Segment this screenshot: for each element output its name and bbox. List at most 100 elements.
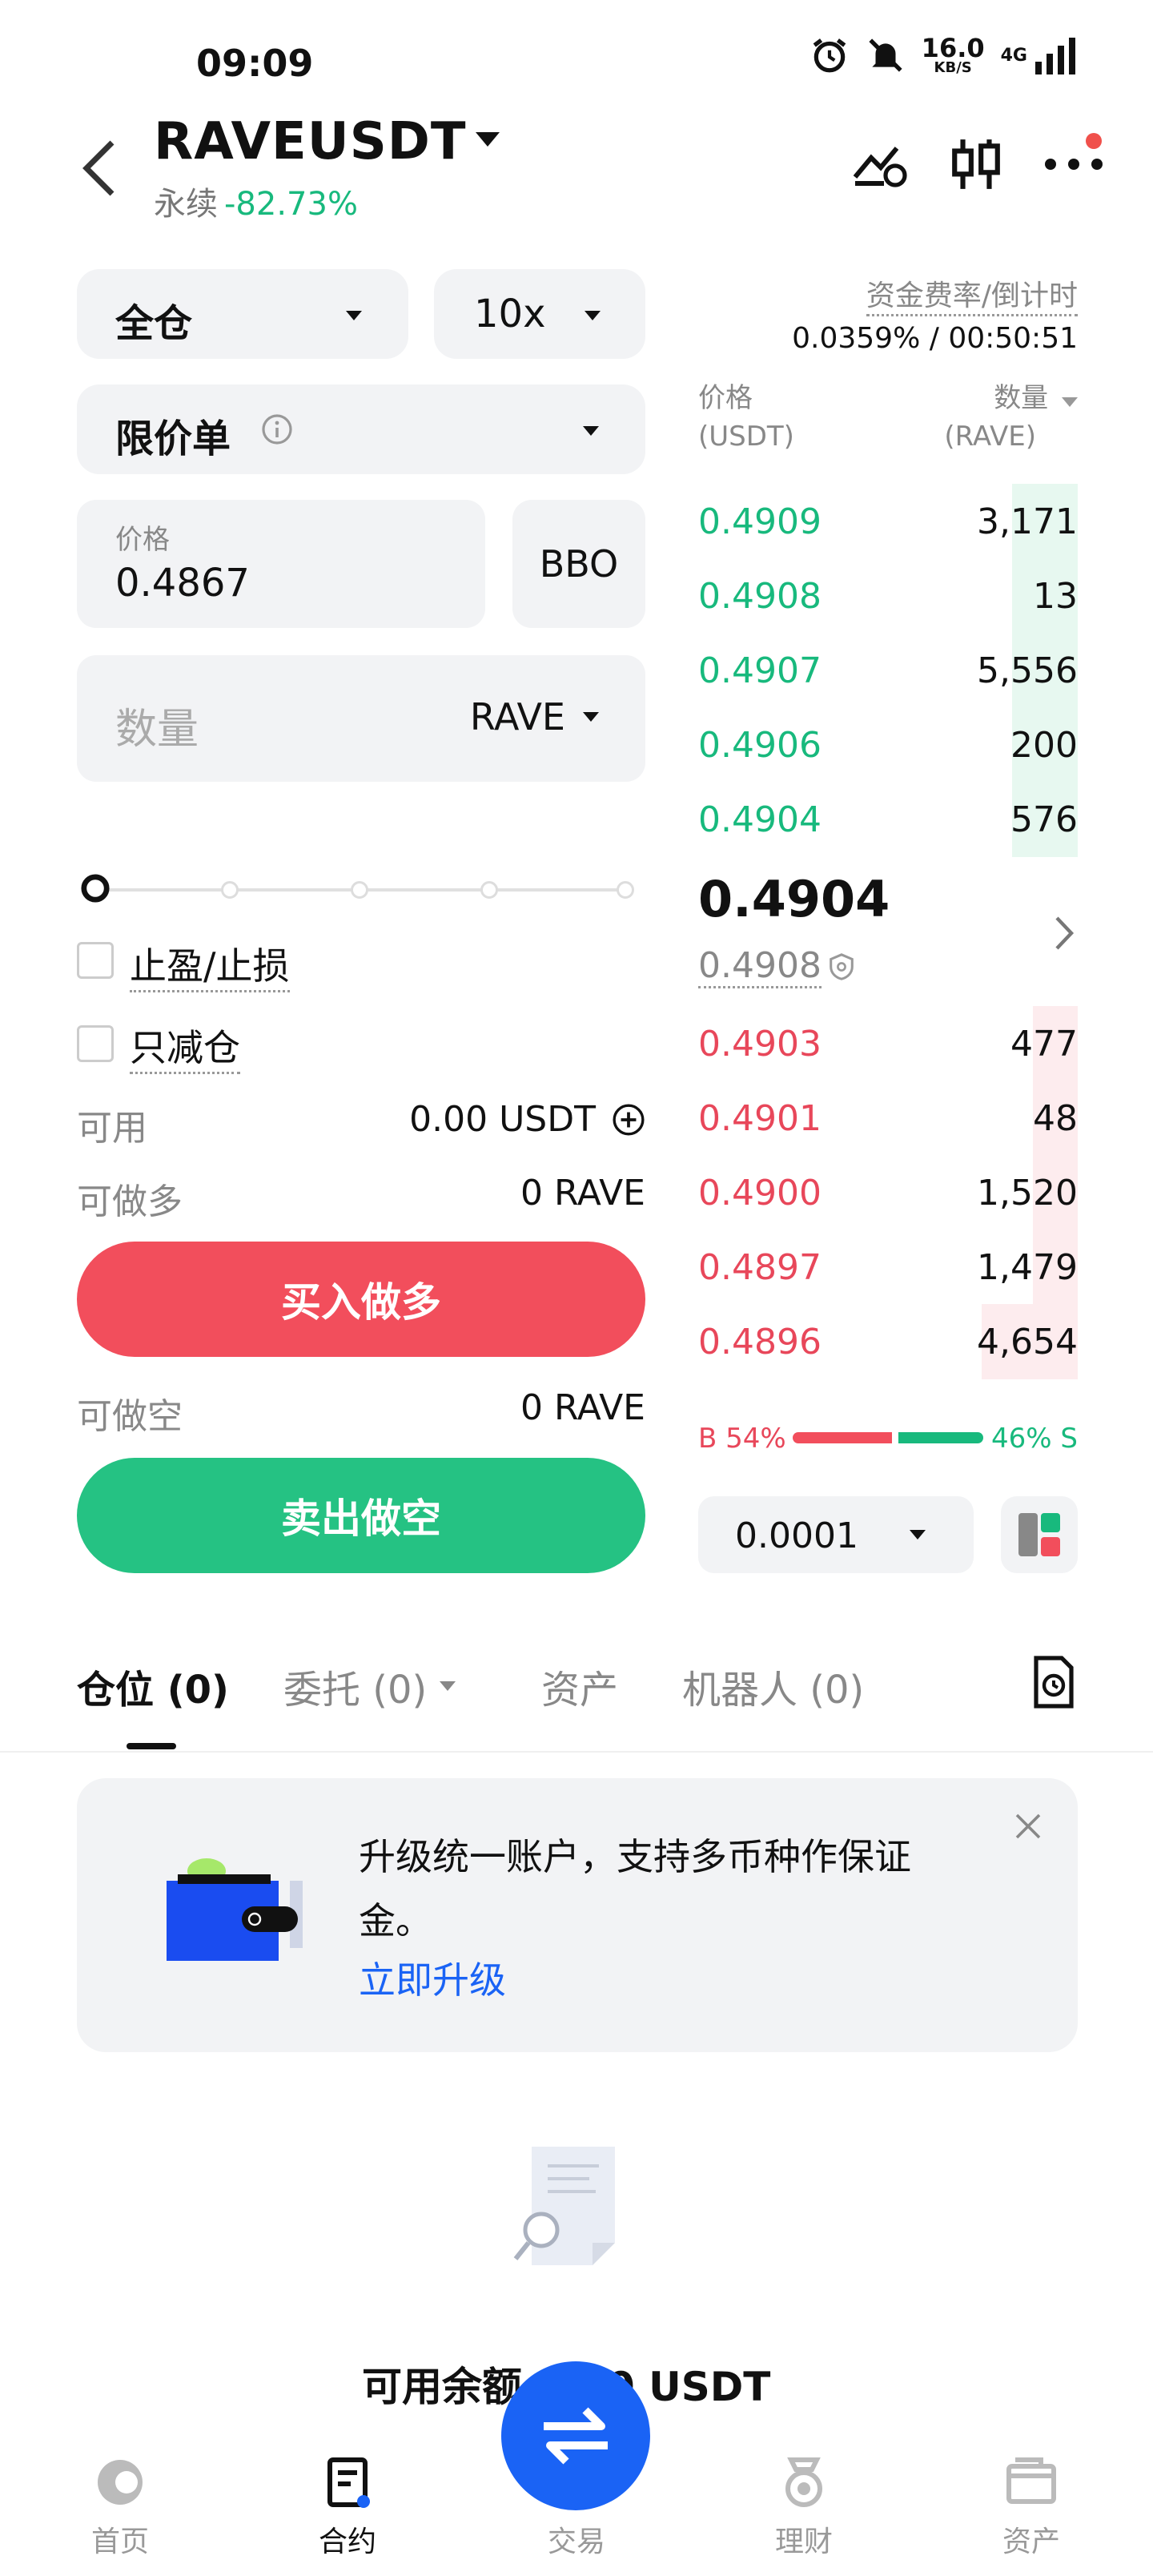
more-icon[interactable] [1043, 156, 1105, 172]
amount-slider[interactable] [81, 874, 641, 903]
nav-home[interactable]: 首页 [64, 2453, 176, 2560]
bid-row[interactable]: 0.4906 200 [698, 717, 1078, 773]
upgrade-banner[interactable]: 升级统一账户，支持多币种作保证金。 立即升级 [77, 1778, 1078, 2052]
symbol-dropdown-icon[interactable] [474, 131, 501, 148]
tpsl-label[interactable]: 止盈/止损 [130, 937, 290, 992]
slider-step[interactable] [221, 881, 239, 899]
chevron-down-icon [1062, 397, 1078, 407]
buy-ratio: B 54% [698, 1423, 786, 1455]
quantity-unit-select[interactable]: RAVE [470, 695, 599, 739]
available-value-row: 0.00 USDT [409, 1099, 645, 1140]
symbol-title[interactable]: RAVEUSDT [154, 112, 467, 171]
wallet-icon [1006, 2457, 1056, 2504]
candlestick-icon[interactable] [950, 136, 1002, 192]
tab-positions[interactable]: 仓位 (0) [77, 1658, 229, 1714]
available-value: 0.00 USDT [409, 1099, 596, 1140]
mute-bell-icon [869, 38, 902, 72]
tab-bots[interactable]: 机器人 (0) [682, 1658, 864, 1714]
nav-earn-label: 理财 [774, 2526, 833, 2558]
bid-qty: 576 [1010, 799, 1078, 840]
bbo-button[interactable]: BBO [512, 500, 645, 628]
earn-icon [785, 2457, 822, 2507]
last-price[interactable]: 0.4904 [698, 870, 890, 928]
tpsl-checkbox[interactable] [77, 942, 114, 979]
leverage-select[interactable]: 10x [434, 269, 645, 359]
ask-price: 0.4897 [698, 1246, 822, 1288]
trade-fab-button[interactable] [501, 2361, 650, 2510]
ask-qty: 4,654 [977, 1321, 1078, 1362]
transfer-add-icon[interactable] [612, 1103, 645, 1137]
bid-qty: 13 [1033, 575, 1078, 617]
upgrade-text: 升级统一账户，支持多币种作保证金。 [359, 1835, 911, 1942]
available-label: 可用 [77, 1108, 147, 1149]
slider-step[interactable] [351, 881, 368, 899]
ask-row[interactable]: 0.4896 4,654 [698, 1314, 1078, 1370]
buy-long-button[interactable]: 买入做多 [77, 1242, 645, 1357]
tick-size-select[interactable]: 0.0001 [698, 1496, 974, 1573]
slider-handle[interactable] [81, 874, 110, 903]
ob-qty-header[interactable]: 数量 (RAVE) [944, 380, 1078, 456]
reduce-only-checkbox[interactable] [77, 1025, 114, 1062]
bid-qty: 200 [1010, 724, 1078, 766]
bid-price: 0.4909 [698, 501, 822, 542]
ask-row[interactable]: 0.4901 48 [698, 1090, 1078, 1146]
info-icon[interactable] [261, 413, 293, 445]
price-input[interactable]: 价格 0.4867 [77, 500, 485, 628]
reduce-only-label[interactable]: 只减仓 [130, 1019, 240, 1074]
chevron-down-icon [585, 311, 601, 320]
price-change: -82.73% [224, 186, 358, 223]
alarm-icon [813, 38, 846, 73]
back-icon[interactable] [77, 136, 125, 200]
bid-price: 0.4908 [698, 575, 822, 617]
status-icons: 16.0 KB/S 4G [810, 35, 1077, 75]
mark-price: 0.4908 [698, 945, 822, 988]
sell-ratio: 46% S [991, 1423, 1078, 1455]
margin-mode-value: 全仓 [115, 301, 193, 346]
ask-qty: 48 [1033, 1097, 1078, 1139]
ask-row[interactable]: 0.4903 477 [698, 1016, 1078, 1072]
upgrade-link[interactable]: 立即升级 [359, 1951, 506, 2004]
sell-short-label: 卖出做空 [281, 1495, 441, 1542]
home-icon [98, 2460, 143, 2505]
leverage-value: 10x [474, 292, 546, 336]
quantity-placeholder: 数量 [115, 706, 199, 754]
chevron-right-icon[interactable] [1052, 913, 1076, 953]
can-short-value: 0 RAVE [520, 1387, 645, 1428]
slider-step[interactable] [480, 881, 498, 899]
bid-qty: 3,171 [977, 501, 1078, 542]
funding-label[interactable]: 资金费率/倒计时 [866, 272, 1078, 316]
slider-step[interactable] [617, 881, 634, 899]
sell-short-button[interactable]: 卖出做空 [77, 1458, 645, 1573]
bid-row[interactable]: 0.4908 13 [698, 568, 1078, 624]
funding-value: 0.0359% / 00:50:51 [792, 322, 1078, 355]
nav-futures-label: 合约 [318, 2526, 376, 2558]
nav-earn[interactable]: 理财 [748, 2453, 860, 2560]
chevron-down-icon [583, 712, 599, 722]
mark-price-row[interactable]: 0.4908 [698, 945, 857, 988]
bid-qty: 5,556 [977, 650, 1078, 691]
nav-assets[interactable]: 资产 [975, 2453, 1087, 2560]
nav-futures[interactable]: 合约 [291, 2453, 404, 2560]
close-icon[interactable] [1012, 1810, 1044, 1842]
chart-trend-icon[interactable] [852, 139, 910, 190]
symbol-subtitle: 永续 -82.73% [154, 178, 358, 224]
nav-trade[interactable]: 交易 [520, 2518, 633, 2560]
ask-price: 0.4896 [698, 1321, 822, 1362]
quantity-input[interactable]: 数量 RAVE [77, 655, 645, 782]
net-speed-value: 16.0 [921, 33, 985, 63]
header-actions [852, 136, 1105, 192]
ask-row[interactable]: 0.4900 1,520 [698, 1165, 1078, 1221]
position-tabs: 仓位 (0) 委托 (0) 资产 机器人 (0) [77, 1655, 1078, 1754]
bid-row[interactable]: 0.4904 576 [698, 791, 1078, 847]
notification-dot [1086, 133, 1102, 149]
bid-row[interactable]: 0.4907 5,556 [698, 642, 1078, 698]
tab-assets[interactable]: 资产 [541, 1658, 618, 1714]
nav-home-label: 首页 [90, 2526, 149, 2558]
margin-mode-select[interactable]: 全仓 [77, 269, 408, 359]
tab-orders[interactable]: 委托 (0) [283, 1658, 456, 1714]
history-icon[interactable] [1030, 1655, 1078, 1709]
ask-row[interactable]: 0.4897 1,479 [698, 1239, 1078, 1295]
order-type-select[interactable]: 限价单 [77, 384, 645, 474]
orderbook-layout-button[interactable] [1001, 1496, 1078, 1573]
bid-row[interactable]: 0.4909 3,171 [698, 493, 1078, 549]
